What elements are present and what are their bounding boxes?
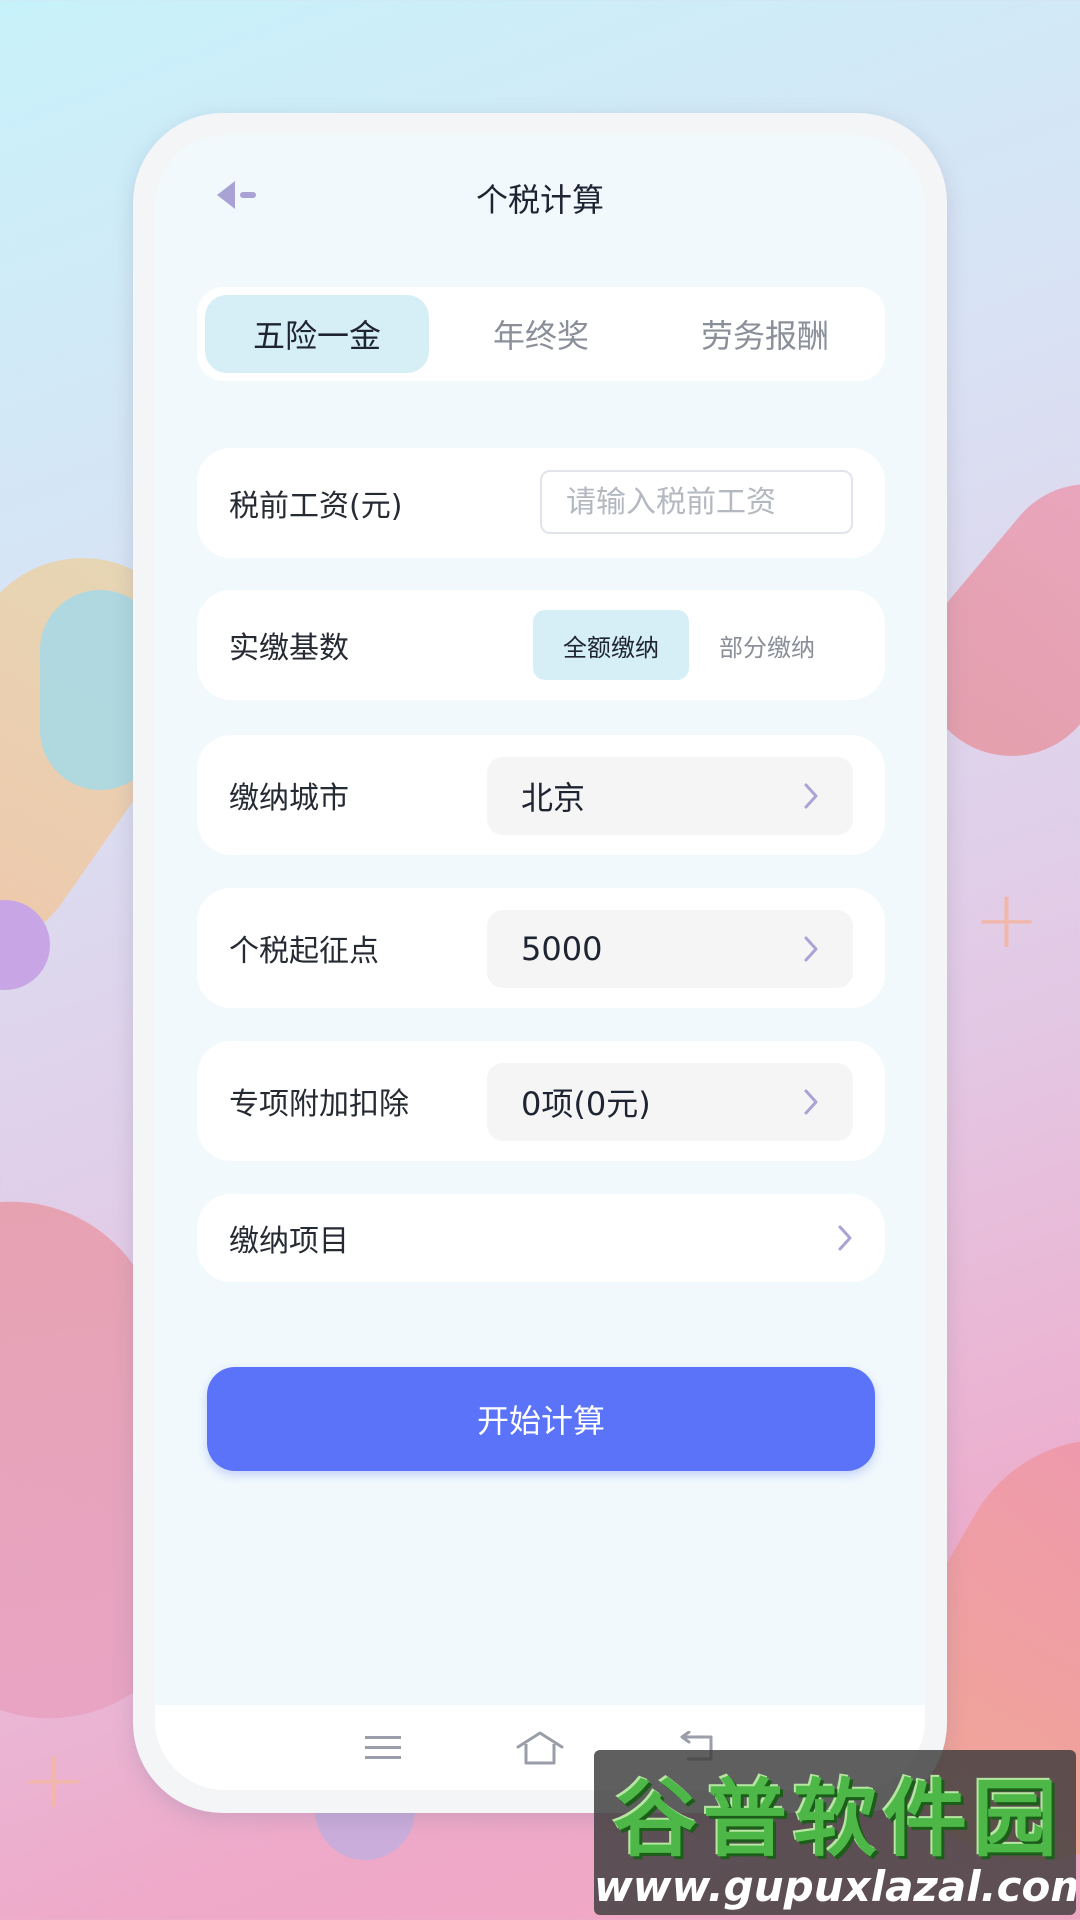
chevron-right-icon [837,1224,853,1252]
tab-annual-bonus[interactable]: 年终奖 [429,295,653,373]
city-value: 北京 [521,779,586,817]
watermark-title: 谷普软件园 [612,1770,1063,1868]
deduction-select[interactable]: 0项(0元) [487,1063,853,1141]
chevron-right-icon [803,782,819,810]
tab-social-insurance[interactable]: 五险一金 [205,295,429,373]
salary-input[interactable] [540,470,853,534]
watermark-url: www.gupuxlazal.com [594,1862,1076,1911]
base-label: 实缴基数 [229,631,349,666]
app-screen: 个税计算 五险一金 年终奖 劳务报酬 税前工资(元) 实缴基数 全额缴纳 部分缴… [155,135,925,1790]
menu-icon [365,1735,402,1759]
salary-label: 税前工资(元) [229,489,403,524]
city-select[interactable]: 北京 [487,757,853,835]
full-payment-option[interactable]: 全额缴纳 [533,610,689,680]
header: 个税计算 [155,135,925,255]
payment-items-label: 缴纳项目 [229,1224,349,1259]
base-row: 实缴基数 全额缴纳 部分缴纳 [197,590,885,700]
chevron-right-icon [803,1088,819,1116]
nav-home-button[interactable] [510,1718,570,1778]
tab-labor-remuneration[interactable]: 劳务报酬 [653,295,877,373]
deduction-value: 0项(0元) [521,1085,651,1123]
threshold-value: 5000 [521,930,603,968]
chevron-right-icon [803,935,819,963]
deduction-label: 专项附加扣除 [229,1087,409,1122]
plus-decor-icon: + [972,873,1040,966]
tab-bar: 五险一金 年终奖 劳务报酬 [197,287,885,381]
page-title: 个税计算 [475,181,604,219]
payment-items-row[interactable]: 缴纳项目 [197,1194,885,1282]
threshold-label: 个税起征点 [229,934,379,969]
threshold-row: 个税起征点 5000 [197,888,885,1008]
start-calculation-button[interactable]: 开始计算 [207,1367,875,1471]
city-label: 缴纳城市 [229,781,349,816]
deduction-row: 专项附加扣除 0项(0元) [197,1041,885,1161]
partial-payment-option[interactable]: 部分缴纳 [689,610,845,680]
nav-menu-button[interactable] [353,1718,413,1778]
base-toggle: 全额缴纳 部分缴纳 [533,610,845,680]
threshold-select[interactable]: 5000 [487,910,853,988]
plus-decor-icon: + [20,1733,88,1826]
salary-row: 税前工资(元) [197,448,885,558]
city-row: 缴纳城市 北京 [197,735,885,855]
site-watermark: 谷普软件园 www.gupuxlazal.com [594,1750,1076,1915]
home-icon [516,1731,564,1764]
phone-frame: 个税计算 五险一金 年终奖 劳务报酬 税前工资(元) 实缴基数 全额缴纳 部分缴… [133,113,947,1813]
